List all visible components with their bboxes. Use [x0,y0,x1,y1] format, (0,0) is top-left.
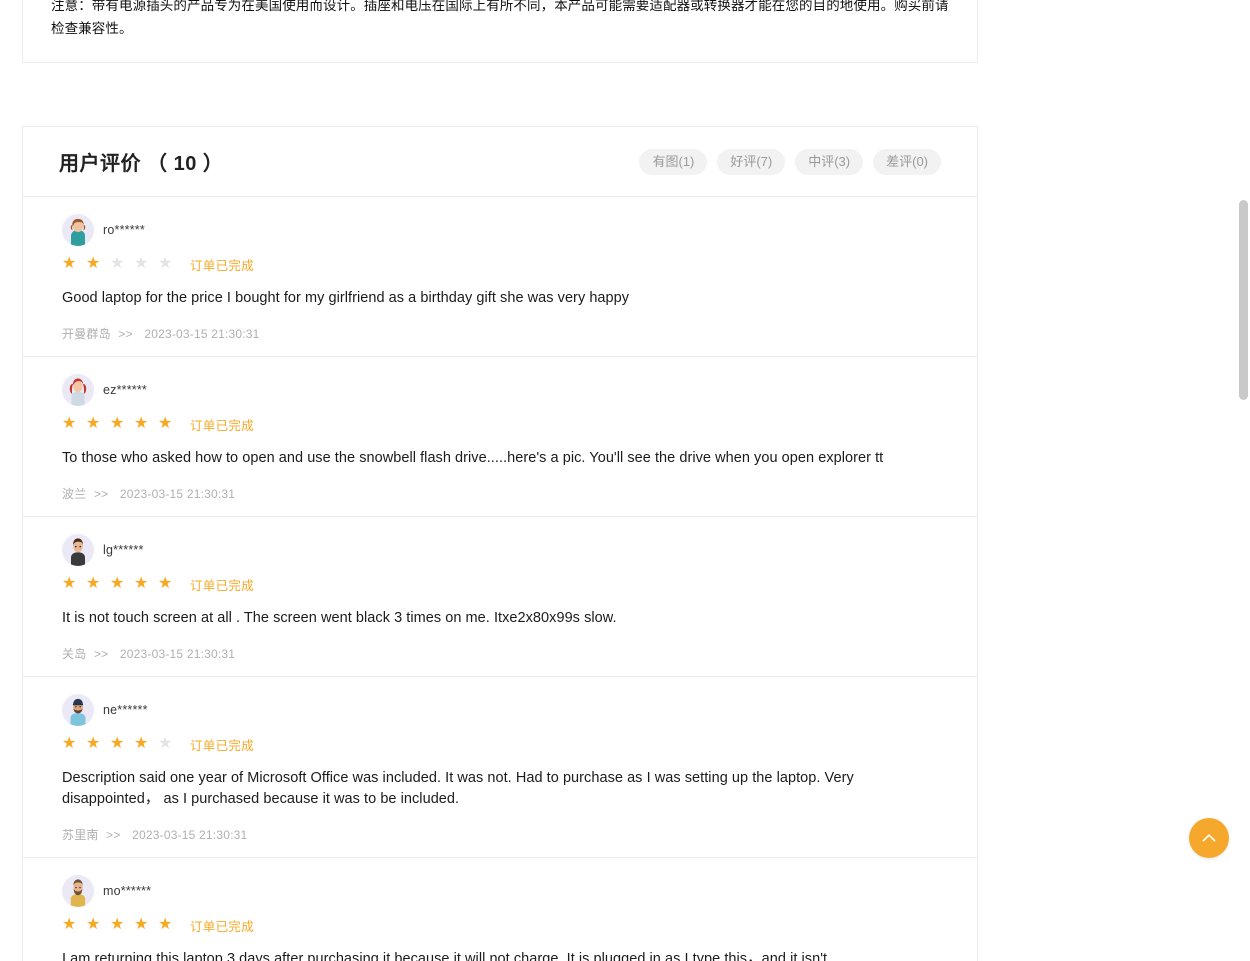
review-username: mo****** [103,884,152,898]
review-region: 苏里南 [62,828,99,842]
review-filter-tags: 有图(1) 好评(7) 中评(3) 差评(0) [639,148,941,175]
back-to-top-button[interactable] [1189,818,1229,858]
filter-negative[interactable]: 差评(0) [873,148,941,175]
order-status: 订单已完成 [190,258,255,273]
review-rating: ★ ★ ★ ★ ★ 订单已完成 [62,734,941,754]
avatar-man-beard-headwear[interactable] [62,694,94,726]
star-icon: ★ [134,916,149,933]
star-icon: ★ [86,575,101,592]
review-region: 波兰 [62,487,87,501]
review-text: Good laptop for the price I bought for m… [62,290,630,306]
filter-neutral[interactable]: 中评(3) [795,148,864,175]
review-text: To those who asked how to open and use t… [62,450,884,466]
review-date: 2023-03-15 21:30:31 [119,487,236,501]
star-icon: ★ [86,255,101,272]
star-icon: ★ [134,415,149,432]
review-rating: ★ ★ ★ ★ ★ 订单已完成 [62,414,941,434]
star-icon: ★ [110,735,125,752]
star-icon: ★ [86,916,101,933]
review-separator: >> [93,487,109,501]
star-icon: ★ [110,575,125,592]
review-item: mo****** ★ ★ ★ ★ ★ 订单已完成 I am returning … [23,858,977,961]
review-item: lg****** ★ ★ ★ ★ ★ 订单已完成 It is not touch… [23,517,977,677]
star-icon: ★ [86,735,101,752]
review-separator: >> [106,828,121,842]
star-icon: ★ [158,415,173,432]
filter-positive[interactable]: 好评(7) [717,148,786,175]
review-meta: 波兰 >> 2023-03-15 21:30:31 [62,485,941,502]
review-rating: ★ ★ ★ ★ ★ 订单已完成 [62,254,941,274]
star-icon: ★ [62,916,77,933]
star-icon: ★ [158,575,173,592]
review-region: 开曼群岛 [62,327,111,341]
review-meta: 开曼群岛 >> 2023-03-15 21:30:31 [62,325,941,342]
reviews-title: 用户评价 （ 10 ） [59,153,224,175]
star-icon: ★ [62,255,77,272]
page-scrollbar-track[interactable] [1236,0,1250,961]
review-rating: ★ ★ ★ ★ ★ 订单已完成 [62,574,941,594]
review-text: Description said one year of Microsoft O… [62,770,854,807]
star-icon: ★ [62,415,77,432]
avatar-woman-brown-hair[interactable] [62,214,94,246]
review-username: ro****** [103,223,145,237]
review-page: 标准键盘，让您享受舒适和准确的打字。具有共享视频内存的英特尔 UHD 显卡 60… [0,0,1250,961]
page-scrollbar-thumb[interactable] [1239,200,1248,400]
review-meta: 苏里南 >> 2023-03-15 21:30:31 [62,826,941,843]
order-status: 订单已完成 [190,418,255,433]
star-icon: ★ [158,916,173,933]
star-icon: ★ [110,916,125,933]
order-status: 订单已完成 [190,578,255,593]
star-icon: ★ [110,255,125,272]
star-icon: ★ [62,575,77,592]
avatar-man-dark-hair[interactable] [62,534,94,566]
review-rating: ★ ★ ★ ★ ★ 订单已完成 [62,915,941,935]
review-user: ez****** [62,373,941,407]
review-separator: >> [93,647,109,661]
review-item: ro****** ★ ★ ★ ★ ★ 订单已完成 Good laptop for… [23,197,977,357]
chevron-up-icon [1202,834,1216,842]
star-icon: ★ [62,735,77,752]
star-icon: ★ [134,575,149,592]
avatar-man-beard-tan-shirt[interactable] [62,875,94,907]
reviews-header: 用户评价 （ 10 ） 有图(1) 好评(7) 中评(3) 差评(0) [23,127,977,197]
star-icon: ★ [110,415,125,432]
order-status: 订单已完成 [190,919,255,934]
review-username: ne****** [103,703,148,717]
review-user: ne****** [62,693,941,727]
review-user: ro****** [62,213,941,247]
review-date: 2023-03-15 21:30:31 [119,647,236,661]
order-status: 订单已完成 [190,738,255,753]
review-username: ez****** [103,383,147,397]
review-user: lg****** [62,533,941,567]
review-date: 2023-03-15 21:30:31 [144,327,260,341]
review-text: It is not touch screen at all . The scre… [62,610,617,626]
review-user: mo****** [62,874,941,908]
review-item: ez****** ★ ★ ★ ★ ★ 订单已完成 To those who as… [23,357,977,517]
filter-with-image[interactable]: 有图(1) [639,148,708,175]
star-icon: ★ [134,735,149,752]
star-icon: ★ [158,735,173,752]
product-description-panel: 标准键盘，让您享受舒适和准确的打字。具有共享视频内存的英特尔 UHD 显卡 60… [22,0,978,63]
review-username: lg****** [103,543,144,557]
review-text: I am returning this laptop 3 days after … [62,951,828,961]
user-reviews-panel: 用户评价 （ 10 ） 有图(1) 好评(7) 中评(3) 差评(0) ro**… [22,126,978,961]
description-line-2: 注意：带有电源插头的产品专为在美国使用而设计。插座和电压在国际上有所不同，本产品… [51,0,949,36]
review-region: 关岛 [62,647,87,661]
review-separator: >> [118,327,133,341]
star-icon: ★ [134,255,149,272]
avatar-woman-red-hair[interactable] [62,374,94,406]
review-item: ne****** ★ ★ ★ ★ ★ 订单已完成 Description sai… [23,677,977,858]
review-date: 2023-03-15 21:30:31 [132,828,248,842]
star-icon: ★ [158,255,173,272]
review-meta: 关岛 >> 2023-03-15 21:30:31 [62,645,941,662]
star-icon: ★ [86,415,101,432]
